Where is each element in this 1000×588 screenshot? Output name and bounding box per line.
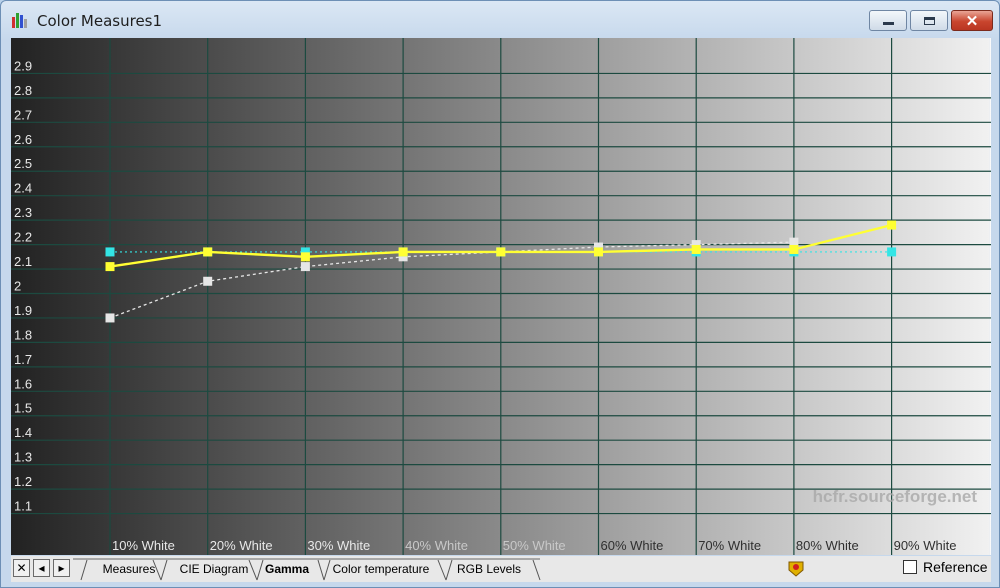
x-tick-label: 10% White — [112, 538, 175, 553]
y-tick-label: 1.9 — [14, 303, 32, 318]
prev-tab-button[interactable]: ◂ — [33, 559, 50, 577]
background-band — [403, 38, 501, 555]
background-band — [696, 38, 794, 555]
chevron-left-icon: ◂ — [38, 561, 45, 575]
data-point-measured — [203, 247, 213, 257]
data-point-measured — [789, 244, 799, 254]
data-point-measured — [105, 262, 115, 272]
y-tick-label: 2.6 — [14, 132, 32, 147]
y-tick-label: 1.6 — [14, 376, 32, 391]
data-point-measured — [691, 244, 701, 254]
chevron-right-icon: ▸ — [58, 561, 65, 575]
tab-color-temperature[interactable]: Color temperature — [324, 559, 438, 579]
background-band — [989, 38, 991, 555]
background-band — [793, 38, 892, 555]
y-tick-label: 2.5 — [14, 156, 32, 171]
minimize-button[interactable] — [869, 10, 907, 31]
tab-bar: ✕ ◂ ▸ Measures CIE Diagram Gamma Color t… — [11, 556, 991, 582]
window-title: Color Measures1 — [37, 12, 163, 30]
maximize-button[interactable] — [910, 10, 948, 31]
x-tick-label: 20% White — [210, 538, 273, 553]
y-tick-label: 1.8 — [14, 327, 32, 342]
reference-checkbox[interactable] — [903, 560, 917, 574]
background-band — [500, 38, 599, 555]
y-tick-label: 2.2 — [14, 230, 32, 245]
data-point-measured — [887, 220, 897, 230]
close-tab-icon: ✕ — [16, 561, 27, 575]
data-point-measured — [496, 247, 506, 257]
y-tick-label: 2.4 — [14, 181, 32, 196]
tab-cie-diagram[interactable]: CIE Diagram — [165, 559, 263, 579]
minimize-icon — [882, 22, 894, 25]
y-tick-label: 1.7 — [14, 352, 32, 367]
x-tick-label: 50% White — [503, 538, 566, 553]
x-tick-label: 70% White — [698, 538, 761, 553]
x-tick-label: 90% White — [894, 538, 957, 553]
data-point-measured — [300, 252, 310, 262]
background-band — [305, 38, 404, 555]
gamma-chart: 2.9 2.8 2.7 2.6 2.5 2.4 2.3 2.2 2.1 2 1.9 1.8 1.7 1.6… — [11, 38, 991, 555]
close-window-button[interactable]: ✕ — [951, 10, 993, 31]
y-tick-label: 2 — [14, 278, 21, 293]
color-measures-window: Color Measures1 ✕ 2.9 2.8 2.7 2.6 2.5 2.4 2.3 2… — [0, 0, 1000, 588]
x-tick-label: 40% White — [405, 538, 468, 553]
x-tick-label: 80% White — [796, 538, 859, 553]
watermark: hcfr.sourceforge.net — [813, 487, 978, 506]
next-tab-button[interactable]: ▸ — [53, 559, 70, 577]
y-tick-label: 2.9 — [14, 58, 32, 73]
background-band — [598, 38, 697, 555]
title-bar[interactable]: Color Measures1 ✕ — [1, 1, 999, 37]
background-band — [207, 38, 306, 555]
tab-rgb-levels[interactable]: RGB Levels — [444, 559, 534, 579]
tab-measures[interactable]: Measures — [87, 559, 171, 579]
close-tab-button[interactable]: ✕ — [13, 559, 30, 577]
y-tick-label: 1.4 — [14, 425, 32, 440]
reference-label: Reference — [923, 559, 988, 575]
close-icon: ✕ — [965, 12, 979, 30]
y-tick-label: 1.5 — [14, 401, 32, 416]
data-point-luminance — [105, 313, 115, 323]
data-point-luminance — [203, 276, 213, 286]
maximize-icon — [923, 16, 935, 25]
reference-icon[interactable] — [787, 559, 805, 577]
bar-chart-icon — [12, 13, 27, 28]
data-point-measured — [398, 247, 408, 257]
data-point-reference — [887, 247, 897, 257]
y-tick-label: 1.1 — [14, 499, 32, 514]
y-tick-label: 2.7 — [14, 107, 32, 122]
x-tick-label: 30% White — [307, 538, 370, 553]
data-point-luminance — [300, 262, 310, 272]
tab-gamma[interactable]: Gamma — [257, 559, 317, 579]
data-point-measured — [594, 247, 603, 257]
y-tick-label: 2.1 — [14, 254, 32, 269]
y-tick-label: 2.8 — [14, 83, 32, 98]
data-point-reference — [105, 247, 115, 257]
background-band — [891, 38, 990, 555]
y-tick-label: 1.3 — [14, 450, 32, 465]
background-band — [110, 38, 208, 555]
y-tick-label: 1.2 — [14, 474, 32, 489]
x-tick-label: 60% White — [601, 538, 664, 553]
y-tick-label: 2.3 — [14, 205, 32, 220]
x-axis-ticks: 10% White 20% White 30% White 40% White 50% … — [112, 538, 956, 553]
